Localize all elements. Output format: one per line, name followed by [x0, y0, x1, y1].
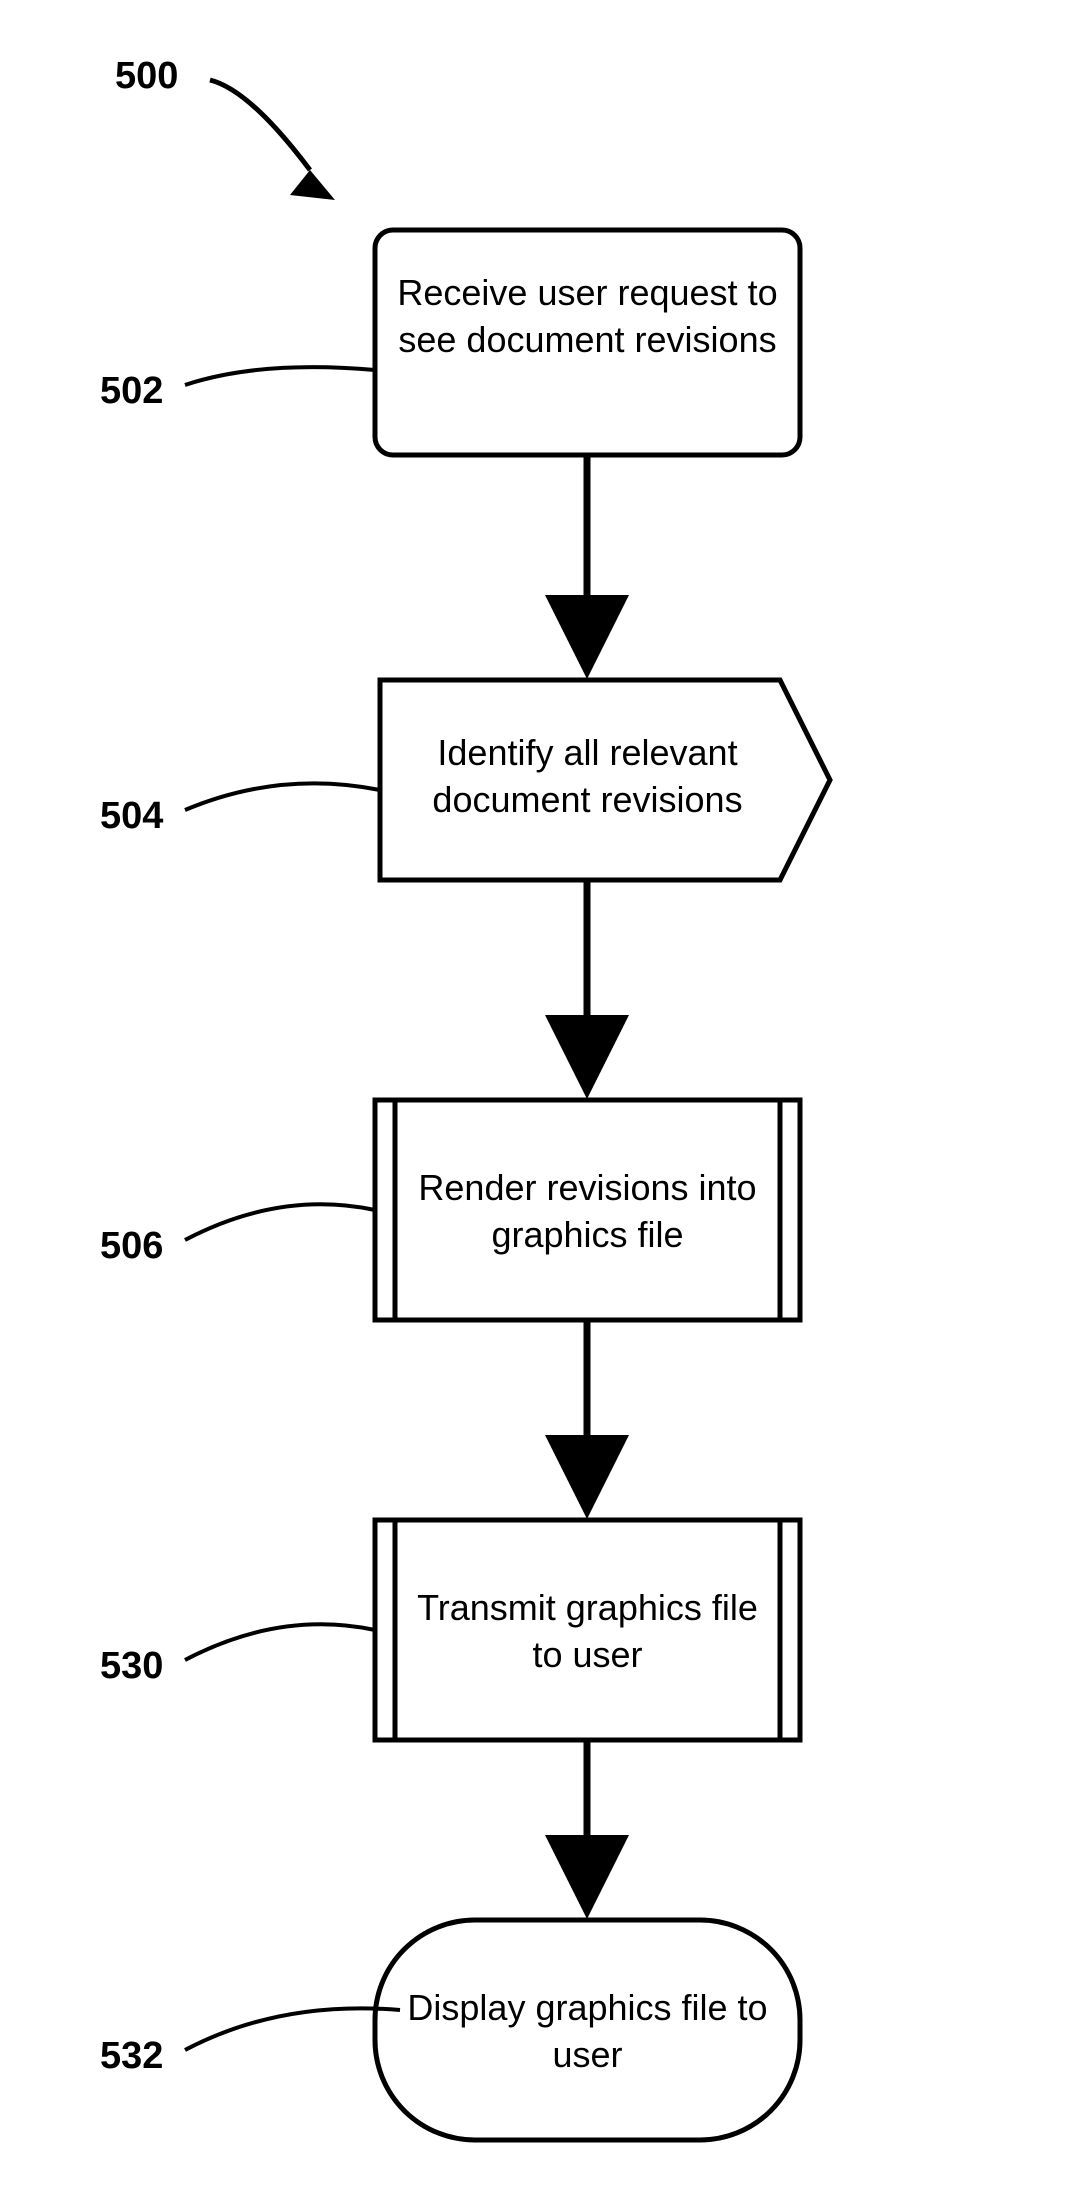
node-text-506: Render revisions into graphics file — [405, 1165, 770, 1259]
ref-label-502: 502 — [100, 370, 163, 413]
node-text-532: Display graphics file to user — [395, 1985, 780, 2079]
node-text-504: Identify all relevant document revisions — [395, 730, 780, 824]
ref-label-504: 504 — [100, 795, 163, 838]
node-text-502: Receive user request to see document rev… — [395, 270, 780, 364]
ref-label-506: 506 — [100, 1225, 163, 1268]
ref-label-530: 530 — [100, 1645, 163, 1688]
ref-label-532: 532 — [100, 2035, 163, 2078]
node-text-530: Transmit graphics file to user — [405, 1585, 770, 1679]
figure-label: 500 — [115, 55, 178, 98]
